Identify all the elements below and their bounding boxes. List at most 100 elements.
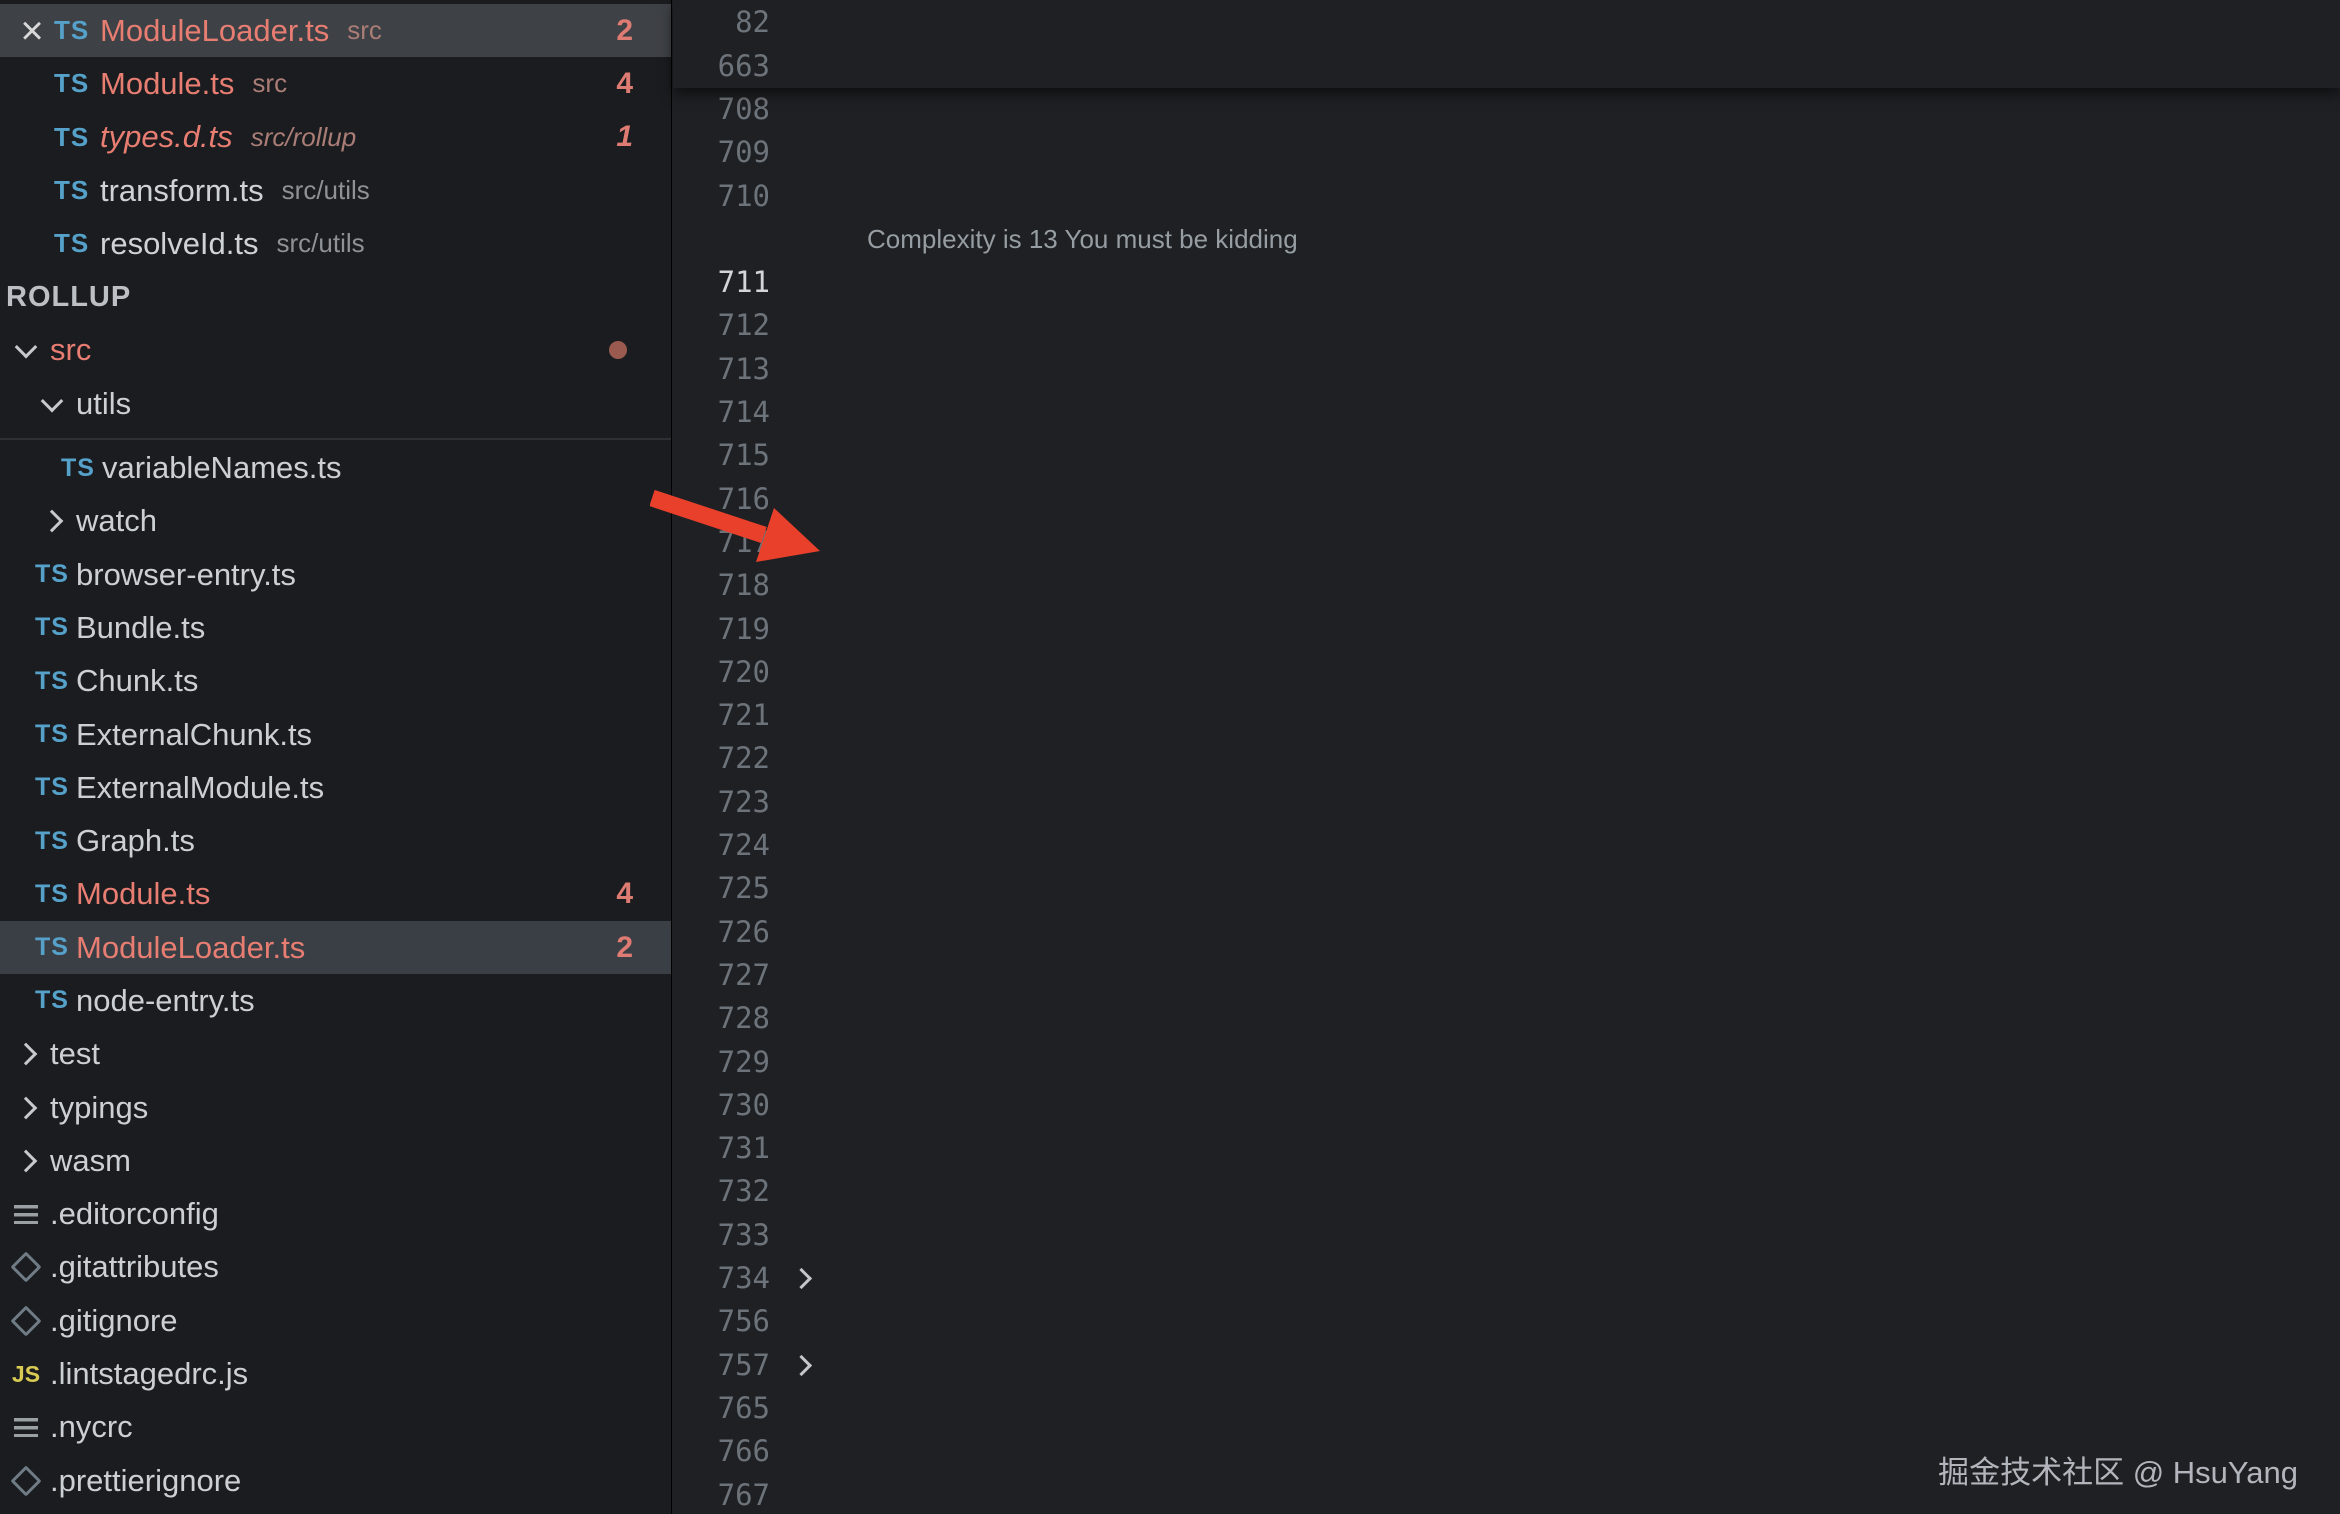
tree-item-Bundle.ts[interactable]: TSBundle.ts xyxy=(0,601,671,654)
tree-item-test[interactable]: test xyxy=(0,1028,671,1081)
code-line-726[interactable]: 726 xyxy=(673,911,2340,954)
code-line-663[interactable]: 663 xyxy=(673,44,2340,88)
line-number: 717 xyxy=(673,521,770,564)
tree-item-node-entry.ts[interactable]: TSnode-entry.ts xyxy=(0,974,671,1027)
code-line-719[interactable]: 719 xyxy=(673,608,2340,651)
open-editor-Module.ts[interactable]: TSModule.tssrc4 xyxy=(0,57,671,110)
tree-separator xyxy=(0,430,671,440)
typescript-file-icon: TS xyxy=(54,175,89,206)
code-line-757[interactable]: 757 xyxy=(673,1344,2340,1387)
code-line-724[interactable]: 724 xyxy=(673,824,2340,867)
code-line-709[interactable]: 709 xyxy=(673,131,2340,174)
tree-item-label: test xyxy=(50,1036,100,1072)
chevron-right-icon xyxy=(15,1043,38,1066)
code-line-756[interactable]: 756 xyxy=(673,1300,2340,1343)
tree-item-browser-entry.ts[interactable]: TSbrowser-entry.ts xyxy=(0,548,671,601)
line-number: 711 xyxy=(673,261,770,304)
file-path: src xyxy=(252,68,287,99)
code-line-723[interactable]: 723 xyxy=(673,781,2340,824)
code-line-721[interactable]: 721 xyxy=(673,694,2340,737)
code-line-734[interactable]: 734 xyxy=(673,1257,2340,1300)
code-line-82[interactable]: 82 xyxy=(673,0,2340,44)
code-line-733[interactable]: 733 xyxy=(673,1214,2340,1257)
code-line-716[interactable]: 716 xyxy=(673,478,2340,521)
typescript-file-icon: TS xyxy=(35,880,69,909)
tree-item-.prettierignore[interactable]: .prettierignore xyxy=(0,1454,671,1507)
tree-item-Chunk.ts[interactable]: TSChunk.ts xyxy=(0,655,671,708)
section-header-rollup[interactable]: ROLLUP xyxy=(0,270,671,323)
tree-item-label: wasm xyxy=(50,1143,131,1179)
fold-chevron-icon[interactable] xyxy=(790,1268,811,1289)
code-editor[interactable]: 708709710 Complexity is 13 You must be ki… xyxy=(673,0,2340,1514)
line-number: 708 xyxy=(673,88,770,131)
fold-chevron-icon[interactable] xyxy=(790,1355,811,1376)
code-line-715[interactable]: 715 xyxy=(673,434,2340,477)
tree-item-src[interactable]: src xyxy=(0,324,671,377)
code-line-725[interactable]: 725 xyxy=(673,867,2340,910)
open-editor-ModuleLoader.ts[interactable]: ×TSModuleLoader.tssrc2 xyxy=(0,4,671,57)
tree-item-ExternalModule.ts[interactable]: TSExternalModule.ts xyxy=(0,761,671,814)
code-line-731[interactable]: 731 xyxy=(673,1127,2340,1170)
tree-item-label: node-entry.ts xyxy=(76,983,255,1019)
tree-item-label: ExternalChunk.ts xyxy=(76,717,312,753)
code-line-765[interactable]: 765 xyxy=(673,1387,2340,1430)
tree-item-.lintstagedrc.js[interactable]: JS.lintstagedrc.js xyxy=(0,1347,671,1400)
code-line-730[interactable]: 730 xyxy=(673,1084,2340,1127)
code-line-729[interactable]: 729 xyxy=(673,1041,2340,1084)
code-line-720[interactable]: 720 xyxy=(673,651,2340,694)
code-line-710[interactable]: 710 xyxy=(673,175,2340,218)
line-number: 756 xyxy=(673,1300,770,1343)
tree-item-Module.ts[interactable]: TSModule.ts4 xyxy=(0,868,671,921)
tree-item-.nycrc[interactable]: .nycrc xyxy=(0,1401,671,1454)
code-line-713[interactable]: 713 xyxy=(673,348,2340,391)
tree-item-label: Chunk.ts xyxy=(76,663,198,699)
tree-item-label: Module.ts xyxy=(76,876,210,912)
typescript-file-icon: TS xyxy=(35,933,69,962)
tree-item-label: .lintstagedrc.js xyxy=(50,1356,248,1392)
tree-item-label: ExternalModule.ts xyxy=(76,770,324,806)
tree-item-watch[interactable]: watch xyxy=(0,495,671,548)
tree-item-wasm[interactable]: wasm xyxy=(0,1134,671,1187)
line-number: 715 xyxy=(673,434,770,477)
tree-item-.gitignore[interactable]: .gitignore xyxy=(0,1294,671,1347)
line-number: 726 xyxy=(673,911,770,954)
codelens-text[interactable]: Complexity is 13 You must be kidding xyxy=(832,218,2340,261)
chevron-down-icon xyxy=(41,390,64,413)
typescript-file-icon: TS xyxy=(35,986,69,1015)
code-line-727[interactable]: 727 xyxy=(673,954,2340,997)
line-number: 765 xyxy=(673,1387,770,1430)
tree-item-.gitattributes[interactable]: .gitattributes xyxy=(0,1241,671,1294)
tree-item-Graph.ts[interactable]: TSGraph.ts xyxy=(0,814,671,867)
line-number: 725 xyxy=(673,867,770,910)
code-line-718[interactable]: 718 xyxy=(673,564,2340,607)
tree-item-ModuleLoader.ts[interactable]: TSModuleLoader.ts2 xyxy=(0,921,671,974)
open-editor-resolveId.ts[interactable]: TSresolveId.tssrc/utils xyxy=(0,217,671,270)
code-line-722[interactable]: 722 xyxy=(673,737,2340,780)
code-line-717[interactable]: 717 xyxy=(673,521,2340,564)
file-name: Module.ts xyxy=(100,66,234,102)
tree-item-utils[interactable]: utils xyxy=(0,377,671,430)
tree-item-label: Graph.ts xyxy=(76,823,195,859)
open-editor-transform.ts[interactable]: TStransform.tssrc/utils xyxy=(0,164,671,217)
close-icon[interactable]: × xyxy=(12,11,52,51)
code-line-732[interactable]: 732 xyxy=(673,1170,2340,1213)
tree-item-.editorconfig[interactable]: .editorconfig xyxy=(0,1188,671,1241)
code-line-712[interactable]: 712 xyxy=(673,304,2340,347)
typescript-file-icon: TS xyxy=(35,613,69,642)
line-number: 710 xyxy=(673,175,770,218)
tree-item-label: watch xyxy=(76,503,157,539)
open-editor-types.d.ts[interactable]: TStypes.d.tssrc/rollup1 xyxy=(0,111,671,164)
config-file-icon xyxy=(14,1205,38,1224)
line-number: 713 xyxy=(673,348,770,391)
line-number: 733 xyxy=(673,1214,770,1257)
tree-item-ExternalChunk.ts[interactable]: TSExternalChunk.ts xyxy=(0,708,671,761)
code-line-708[interactable]: 708 xyxy=(673,88,2340,131)
open-editors-list: ×TSModuleLoader.tssrc2TSModule.tssrc4TSt… xyxy=(0,0,671,270)
tree-item-variableNames.ts[interactable]: TSvariableNames.ts xyxy=(0,441,671,494)
code-line-714[interactable]: 714 xyxy=(673,391,2340,434)
code-line-728[interactable]: 728 xyxy=(673,997,2340,1040)
tree-item-label: src xyxy=(50,332,91,368)
tree-item-typings[interactable]: typings xyxy=(0,1081,671,1134)
code-line-711[interactable]: 711 xyxy=(673,261,2340,304)
chevron-down-icon xyxy=(15,336,38,359)
